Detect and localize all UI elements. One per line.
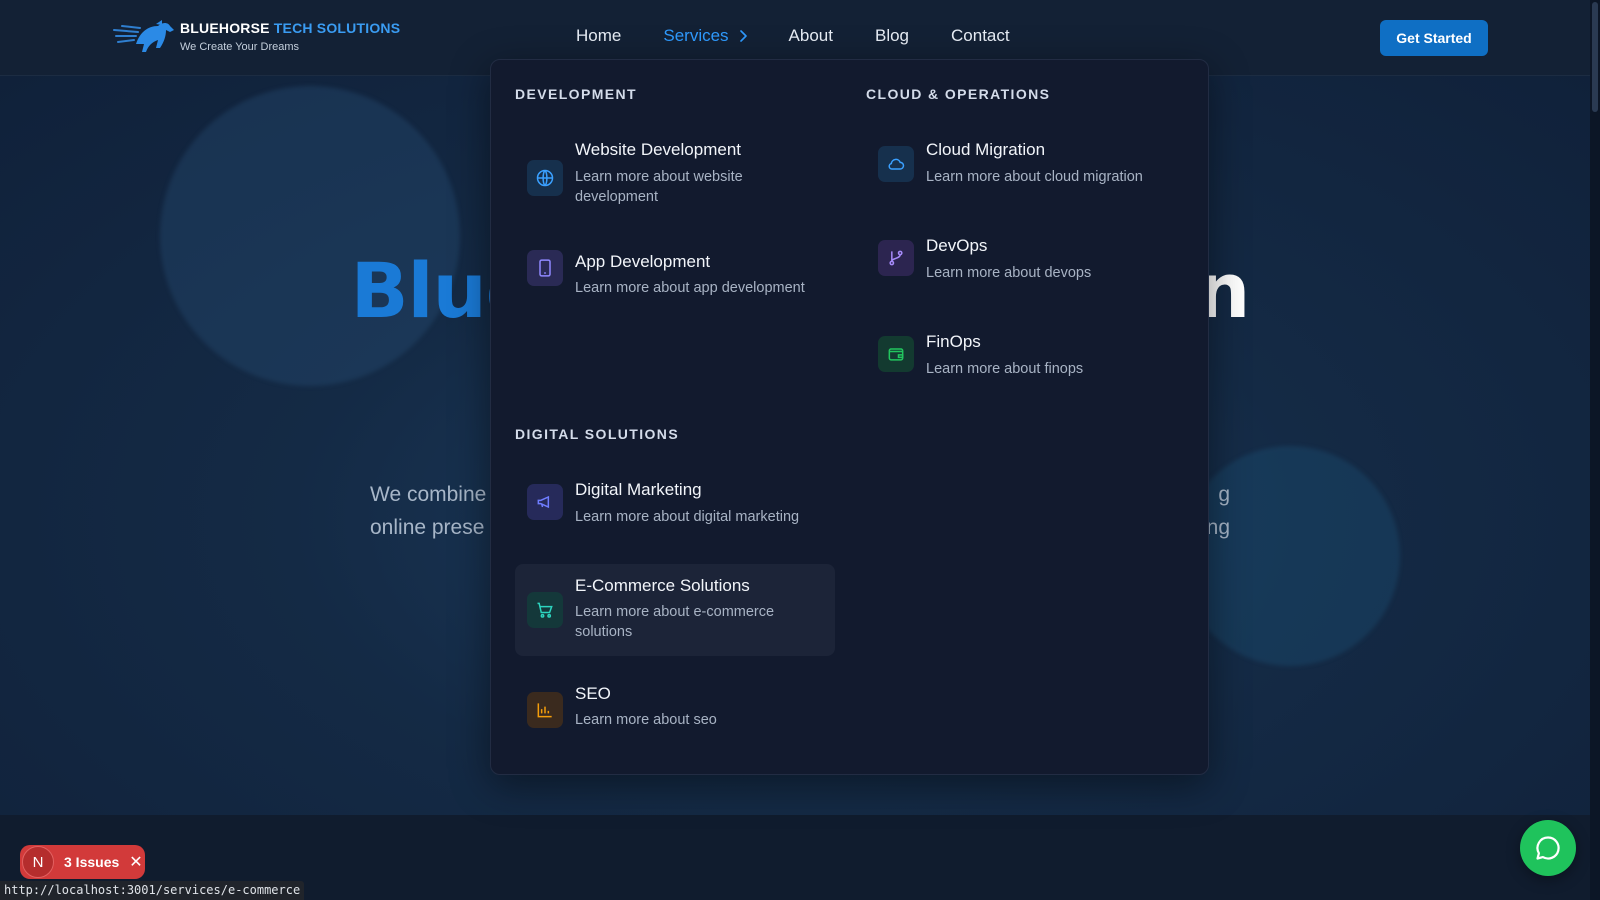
nav-home[interactable]: Home <box>576 26 621 46</box>
close-icon[interactable]: ✕ <box>129 852 142 872</box>
decorative-blob <box>160 86 460 386</box>
hero-subtitle-fragment: ng <box>1206 516 1230 539</box>
page-scrollbar[interactable] <box>1590 0 1600 900</box>
cloud-icon <box>878 146 914 182</box>
menu-item-description: Learn more about finops <box>926 361 1084 377</box>
horse-logo-icon <box>113 20 174 52</box>
nav-services[interactable]: Services <box>663 26 747 46</box>
menu-item-finops[interactable]: FinOps Learn more about finops <box>866 328 1186 420</box>
scrollbar-thumb[interactable] <box>1592 2 1598 112</box>
menu-item-title: DevOps <box>926 236 988 255</box>
menu-item-website-development[interactable]: Website Development Learn more about web… <box>515 136 835 228</box>
globe-icon <box>527 160 563 196</box>
nav-contact[interactable]: Contact <box>951 26 1010 46</box>
menu-item-e-commerce-solutions[interactable]: E-Commerce Solutions Learn more about e-… <box>515 564 835 656</box>
nav-blog[interactable]: Blog <box>875 26 909 46</box>
menu-item-description: Learn more about cloud migration <box>926 169 1143 185</box>
chat-button[interactable] <box>1520 820 1576 876</box>
status-bar-url: http://localhost:3001/services/e-commerc… <box>0 881 305 900</box>
nav-label: Contact <box>951 26 1010 45</box>
cart-icon <box>527 592 563 628</box>
section-heading-cloud-operations: CLOUD & OPERATIONS <box>866 86 1051 102</box>
hero-subtitle-fragment: online prese <box>370 516 485 539</box>
brand-tagline: We Create Your Dreams <box>180 40 300 53</box>
main-nav: Home Services About Blog Contact <box>576 26 1052 46</box>
issues-count-label[interactable]: 3 Issues <box>64 854 119 870</box>
git-branch-icon <box>878 240 914 276</box>
menu-item-cloud-migration[interactable]: Cloud Migration Learn more about cloud m… <box>866 136 1186 228</box>
section-heading-digital-solutions: DIGITAL SOLUTIONS <box>515 426 680 442</box>
nav-label: About <box>788 26 833 45</box>
menu-item-description: Learn more about app development <box>575 280 805 296</box>
menu-item-seo[interactable]: SEO Learn more about seo <box>515 684 835 752</box>
menu-item-digital-marketing[interactable]: Digital Marketing Learn more about digit… <box>515 476 835 568</box>
menu-item-title: Digital Marketing <box>575 480 702 499</box>
services-mega-menu: DEVELOPMENT Website Development Learn mo… <box>490 59 1209 775</box>
get-started-button[interactable]: Get Started <box>1380 20 1488 56</box>
chat-bubble-icon <box>1536 836 1560 860</box>
menu-item-title: SEO <box>575 684 611 703</box>
menu-item-title: Cloud Migration <box>926 140 1046 159</box>
nav-label: Home <box>576 26 622 45</box>
nav-about[interactable]: About <box>789 26 833 46</box>
menu-item-description: Learn more about seo <box>575 712 717 728</box>
wallet-icon <box>878 336 914 372</box>
menu-item-description: Learn more about e-commerce solutions <box>575 604 775 640</box>
hero-subtitle-fragment: We combine <box>370 483 487 506</box>
nav-label: Services <box>663 26 729 45</box>
menu-item-devops[interactable]: DevOps Learn more about devops <box>866 232 1186 324</box>
bar-chart-icon <box>527 692 563 728</box>
hero-subtitle-fragment: g <box>1218 483 1230 506</box>
dev-issues-badge[interactable]: N 3 Issues ✕ <box>20 845 145 879</box>
brand-name-accent: TECH SOLUTIONS <box>273 19 401 36</box>
menu-item-title: Website Development <box>575 140 741 159</box>
nav-label: Blog <box>874 26 910 45</box>
menu-item-description: Learn more about devops <box>926 265 1092 281</box>
menu-item-app-development[interactable]: App Development Learn more about app dev… <box>515 250 835 344</box>
brand-logo[interactable]: BLUEHORSE TECH SOLUTIONS We Create Your … <box>112 18 400 54</box>
chevron-right-icon <box>739 30 747 42</box>
menu-item-title: FinOps <box>926 332 981 351</box>
menu-item-title: App Development <box>575 252 711 271</box>
nextjs-badge-icon[interactable]: N <box>22 846 54 878</box>
brand-name-part: BLUEHORSE <box>180 19 274 36</box>
section-heading-development: DEVELOPMENT <box>515 86 637 102</box>
megaphone-icon <box>527 484 563 520</box>
menu-item-description: Learn more about website development <box>575 169 743 205</box>
menu-item-title: E-Commerce Solutions <box>575 576 750 595</box>
menu-item-description: Learn more about digital marketing <box>575 509 800 525</box>
brand-name: BLUEHORSE TECH SOLUTIONS <box>180 20 400 36</box>
phone-icon <box>527 250 563 286</box>
